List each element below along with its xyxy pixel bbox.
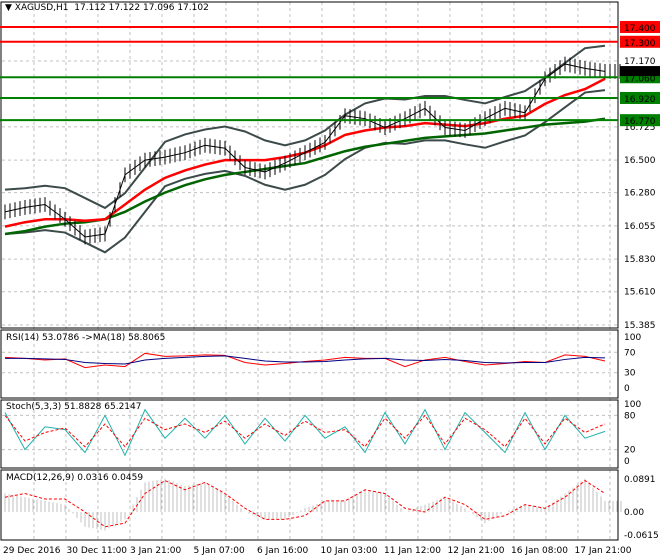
rsi-ma-line <box>5 355 606 365</box>
time-axis-label: 12 Jan 21:00 <box>448 546 505 556</box>
time-axis-label: 11 Jan 12:00 <box>384 546 441 556</box>
chart-window: 17.170 16.725 16.500 16.280 16.055 15.830 15.6… <box>0 0 660 560</box>
rsi-title: RSI(14) 53.0786 ->MA(18) 58.8065 <box>6 333 166 343</box>
price-tick-label: 17.170 <box>624 57 656 67</box>
macd-tick-label: -0.0615 <box>624 531 659 541</box>
ohlc-values: 17.112 17.122 17.096 17.102 <box>74 3 209 13</box>
symbol-header[interactable]: ▼ XAGUSD,H1 17.112 17.122 17.096 17.102 <box>5 3 209 13</box>
level-label: 16.920 <box>624 95 656 105</box>
time-axis-label: 3 Jan 21:00 <box>130 546 182 556</box>
time-axis-label: 5 Jan 07:00 <box>194 546 246 556</box>
macd-tick-label: 0.00 <box>624 508 644 518</box>
stoch-tick-label: 0 <box>624 457 630 467</box>
price-tick-label: 15.830 <box>624 255 656 265</box>
level-label: 16.770 <box>624 117 656 127</box>
price-tick-label: 15.610 <box>624 288 656 298</box>
price-tick-label: 16.055 <box>624 222 656 232</box>
stoch-tick-label: 100 <box>624 400 641 410</box>
rsi-tick-label: 0 <box>624 384 630 394</box>
time-axis-label: 29 Dec 2016 <box>3 546 61 556</box>
macd-signal-line <box>4 479 606 528</box>
rsi-line <box>4 352 606 369</box>
time-axis-label: 17 Jan 21:00 <box>575 546 632 556</box>
level-label: 17.300 <box>624 39 656 49</box>
time-axis-label: 10 Jan 03:00 <box>321 546 378 556</box>
dropdown-triangle-icon[interactable]: ▼ <box>5 3 12 13</box>
level-label: 17.400 <box>624 24 656 34</box>
price-tick-label: 15.385 <box>624 321 656 331</box>
rsi-tick-label: 70 <box>624 348 636 358</box>
rsi-tick-label: 100 <box>624 333 641 343</box>
symbol-label: XAGUSD,H1 <box>14 3 69 13</box>
macd-title: MACD(12,26,9) 0.0316 0.0459 <box>6 473 144 483</box>
stoch-signal-line <box>4 414 606 448</box>
macd-tick-label: 0.0891 <box>624 475 656 485</box>
stoch-title: Stoch(5,3,3) 51.8828 65.2147 <box>6 402 142 412</box>
panel-frame <box>0 1 619 329</box>
price-tick-label: 16.500 <box>624 156 656 166</box>
current-price-label: 17.102 <box>624 68 656 78</box>
time-axis-label: 30 Dec 11:00 <box>67 546 128 556</box>
stoch-tick-label: 20 <box>624 446 636 456</box>
stoch-tick-label: 80 <box>624 411 636 421</box>
time-axis-label: 6 Jan 16:00 <box>257 546 309 556</box>
ma-slow-line <box>4 117 606 236</box>
rsi-tick-label: 30 <box>624 369 636 379</box>
price-tick-label: 16.280 <box>624 189 656 199</box>
time-axis-label: 16 Jan 08:00 <box>511 546 568 556</box>
